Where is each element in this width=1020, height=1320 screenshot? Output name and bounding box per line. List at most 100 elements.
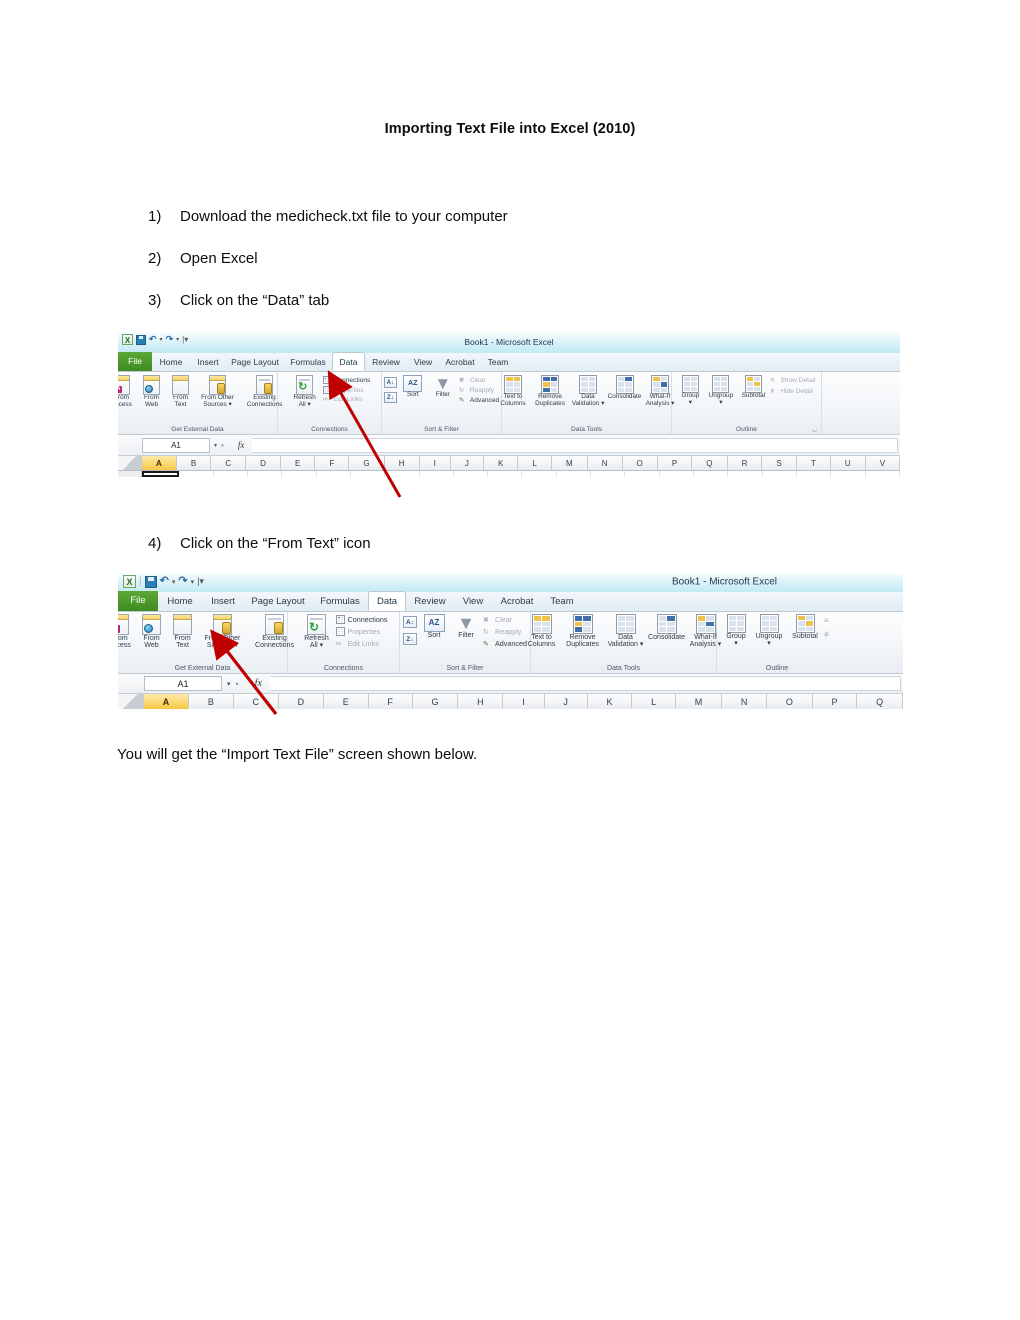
tab-page-layout-2[interactable]: Page Layout	[244, 593, 312, 611]
column-header-A-2[interactable]: A	[144, 694, 190, 709]
refresh-all-button-1[interactable]: ↻ Refresh All ▾	[289, 375, 321, 408]
column-header-F-1[interactable]: F	[315, 456, 350, 470]
column-header-P-2[interactable]: P	[812, 694, 858, 709]
sort-button-1[interactable]: AZ Sort	[399, 375, 427, 399]
outline-dialog-launcher-icon-1[interactable]: ◡	[812, 426, 817, 433]
cell-O1-1[interactable]	[625, 471, 660, 477]
column-header-K-2[interactable]: K	[587, 694, 633, 709]
column-header-N-2[interactable]: N	[722, 694, 768, 709]
from-access-button-2[interactable]: A From Access	[118, 614, 136, 650]
formula-bar-expand-icon-1[interactable]: •	[221, 441, 224, 450]
cell-V1-1[interactable]	[866, 471, 900, 477]
cell-E1-1[interactable]	[282, 471, 317, 477]
group-button-2[interactable]: Group ▾	[722, 614, 750, 648]
cell-F1-1[interactable]	[317, 471, 351, 477]
column-header-J-2[interactable]: J	[544, 694, 588, 709]
sort-ascending-icon[interactable]: A↓	[383, 377, 397, 388]
connections-button-2[interactable]: Connections	[335, 615, 387, 624]
select-all-corner-2[interactable]	[118, 694, 144, 709]
name-box-2[interactable]: A1	[144, 676, 222, 691]
column-header-E-1[interactable]: E	[281, 456, 316, 470]
column-header-N-1[interactable]: N	[587, 456, 623, 470]
subtotal-button-2[interactable]: Subtotal	[788, 614, 822, 640]
cell-C1-1[interactable]	[214, 471, 248, 477]
sort-ascending-icon[interactable]: A↓	[403, 616, 418, 628]
insert-function-icon-1[interactable]: fx	[238, 440, 245, 450]
column-header-K-1[interactable]: K	[483, 456, 519, 470]
cell-H1-1[interactable]	[385, 471, 420, 477]
cell-N1-1[interactable]	[591, 471, 626, 477]
sort-button-2[interactable]: AZ Sort	[419, 614, 449, 639]
column-header-I-2[interactable]: I	[503, 694, 545, 709]
ungroup-button-2[interactable]: Ungroup ▾	[752, 614, 786, 648]
column-header-O-1[interactable]: O	[622, 456, 658, 470]
cell-S1-1[interactable]	[763, 471, 797, 477]
properties-button-1[interactable]: Properties	[322, 386, 371, 394]
tab-formulas-2[interactable]: Formulas	[312, 593, 368, 611]
consolidate-button-2[interactable]: Consolidate	[648, 614, 686, 641]
ungroup-button-1[interactable]: Ungroup ▾	[705, 375, 736, 406]
refresh-all-button-2[interactable]: ↻ Refresh All ▾	[300, 614, 334, 650]
column-header-M-1[interactable]: M	[551, 456, 588, 470]
show-detail-icon[interactable]: ≡	[824, 616, 832, 625]
tab-insert-1[interactable]: Insert	[190, 354, 226, 371]
from-access-button-1[interactable]: A From Access	[118, 375, 137, 408]
column-header-B-2[interactable]: B	[189, 694, 234, 709]
connections-button-1[interactable]: Connections	[322, 376, 370, 384]
tab-formulas-1[interactable]: Formulas	[284, 354, 332, 371]
column-header-strip-2[interactable]: A B C D E F G H I J K L M N O P Q	[118, 694, 903, 709]
advanced-button-2[interactable]: ✎ Advanced	[483, 639, 527, 648]
show-detail-button-1[interactable]: ≡ Show Detail	[770, 377, 815, 384]
cell-K1-1[interactable]	[488, 471, 523, 477]
column-header-I-1[interactable]: I	[419, 456, 451, 470]
column-header-Q-2[interactable]: Q	[857, 694, 903, 709]
tab-file-2[interactable]: File	[118, 591, 158, 611]
cell-B1-1[interactable]	[179, 471, 214, 477]
hide-detail-icon[interactable]: ≢	[824, 630, 832, 639]
edit-links-button-2[interactable]: ∞ Edit Links	[336, 639, 388, 648]
ribbon-1[interactable]: A From Access From Web	[118, 372, 900, 435]
cell-P1-1[interactable]	[660, 471, 694, 477]
name-box-dropdown-icon-2[interactable]: ▾	[227, 680, 231, 688]
column-header-V-1[interactable]: V	[865, 456, 900, 470]
from-text-button-1[interactable]: From Text	[167, 375, 195, 408]
hide-detail-button-1[interactable]: ≢ Hide Detail	[770, 388, 815, 395]
cell-A1-1[interactable]	[142, 471, 180, 477]
grid-row-1-1[interactable]	[118, 471, 900, 477]
tab-review-2[interactable]: Review	[406, 593, 454, 611]
edit-links-button-1[interactable]: ∞ Edit Links	[323, 396, 371, 403]
cell-U1-1[interactable]	[831, 471, 866, 477]
cell-L1-1[interactable]	[522, 471, 557, 477]
cell-Q1-1[interactable]	[694, 471, 729, 477]
column-header-strip-1[interactable]: A B C D E F G H I J K L M N O P Q R S T …	[118, 456, 900, 471]
column-header-B-1[interactable]: B	[176, 456, 212, 470]
text-to-columns-button-1[interactable]: Text to Columns	[496, 375, 530, 407]
remove-duplicates-button-2[interactable]: Remove Duplicates	[562, 614, 604, 649]
remove-duplicates-button-1[interactable]: Remove Duplicates	[531, 375, 569, 407]
data-validation-button-1[interactable]: Data Validation ▾	[570, 375, 606, 407]
ribbon-2[interactable]: A From Access From Web	[118, 612, 903, 674]
column-header-E-2[interactable]: E	[323, 694, 369, 709]
group-button-1[interactable]: Group ▾	[677, 375, 703, 406]
column-header-G-1[interactable]: G	[349, 456, 385, 470]
from-other-sources-button-1[interactable]: From Other Sources ▾	[196, 375, 240, 408]
name-box-dropdown-icon-1[interactable]: ▾	[214, 442, 217, 449]
cell-D1-1[interactable]	[248, 471, 283, 477]
name-box-1[interactable]: A1	[142, 437, 210, 453]
column-header-A-1[interactable]: A	[142, 456, 177, 470]
reapply-button-1[interactable]: ↻ Reapply	[459, 386, 499, 395]
cell-G1-1[interactable]	[351, 471, 386, 477]
column-header-L-2[interactable]: L	[632, 694, 676, 709]
cell-M1-1[interactable]	[557, 471, 592, 477]
formula-bar-expand-icon-2[interactable]: •	[236, 679, 239, 689]
cell-T1-1[interactable]	[797, 471, 832, 477]
formula-input-1[interactable]	[252, 437, 898, 453]
cell-I1-1[interactable]	[420, 471, 454, 477]
column-header-D-1[interactable]: D	[246, 456, 281, 470]
column-header-R-1[interactable]: R	[727, 456, 763, 470]
column-header-C-1[interactable]: C	[211, 456, 247, 470]
subtotal-button-1[interactable]: Subtotal	[738, 375, 768, 400]
tab-team-2[interactable]: Team	[542, 593, 582, 611]
column-header-D-2[interactable]: D	[278, 694, 324, 709]
from-web-button-1[interactable]: From Web	[138, 375, 166, 408]
